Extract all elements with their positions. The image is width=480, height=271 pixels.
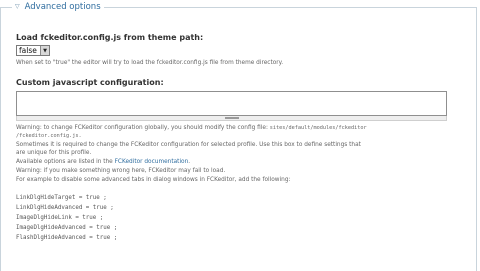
advanced-options-title[interactable]: Advanced options [25, 0, 101, 14]
load-config-description: When set to "true" the editor will try t… [16, 60, 284, 66]
help-available-text: Available options are listed in the [16, 159, 115, 165]
load-config-select[interactable]: false ▼ [16, 45, 50, 56]
load-config-selected-value: false [19, 46, 37, 55]
fckeditor-documentation-link[interactable]: FCKeditor documentation [115, 159, 189, 165]
code-line: ImageDlgHideAdvanced = true ; [16, 225, 118, 231]
code-line: LinkDlgHideAdvanced = true ; [16, 205, 114, 211]
help-warning2: Warning: if you make something wrong her… [16, 168, 226, 174]
chevron-down-icon[interactable]: ▼ [40, 46, 49, 55]
help-sometimes: Sometimes it is required to change the F… [16, 142, 361, 148]
textarea-resize-handle[interactable] [16, 116, 447, 121]
help-warning1: Warning: to change FCKeditor configurati… [16, 124, 367, 132]
help-unique: are unique for this profile. [16, 150, 92, 156]
load-config-label: Load fckeditor.config.js from theme path… [16, 33, 204, 42]
triangle-down-icon[interactable]: ▽ [15, 4, 20, 10]
config-file-path: sites/default/modules/fckeditor [269, 125, 367, 131]
help-available: Available options are listed in the FCKe… [16, 158, 190, 166]
grip-icon [225, 117, 239, 119]
custom-js-textarea[interactable] [16, 91, 447, 116]
code-line: ImageDlgHideLink = true ; [16, 215, 104, 221]
help-available-suffix: . [188, 159, 191, 165]
advanced-options-legend[interactable]: ▽ Advanced options [12, 0, 104, 14]
code-line: FlashDlgHideAdvanced = true ; [16, 235, 118, 241]
help-example: For example to disable some advanced tab… [16, 177, 291, 183]
config-file-path-cont: /fckeditor.config.js. [16, 133, 82, 139]
help-warning1-text: Warning: to change FCKeditor configurati… [16, 125, 270, 131]
custom-js-label: Custom javascript configuration: [16, 78, 164, 87]
code-line: LinkDlgHideTarget = true ; [16, 195, 107, 201]
